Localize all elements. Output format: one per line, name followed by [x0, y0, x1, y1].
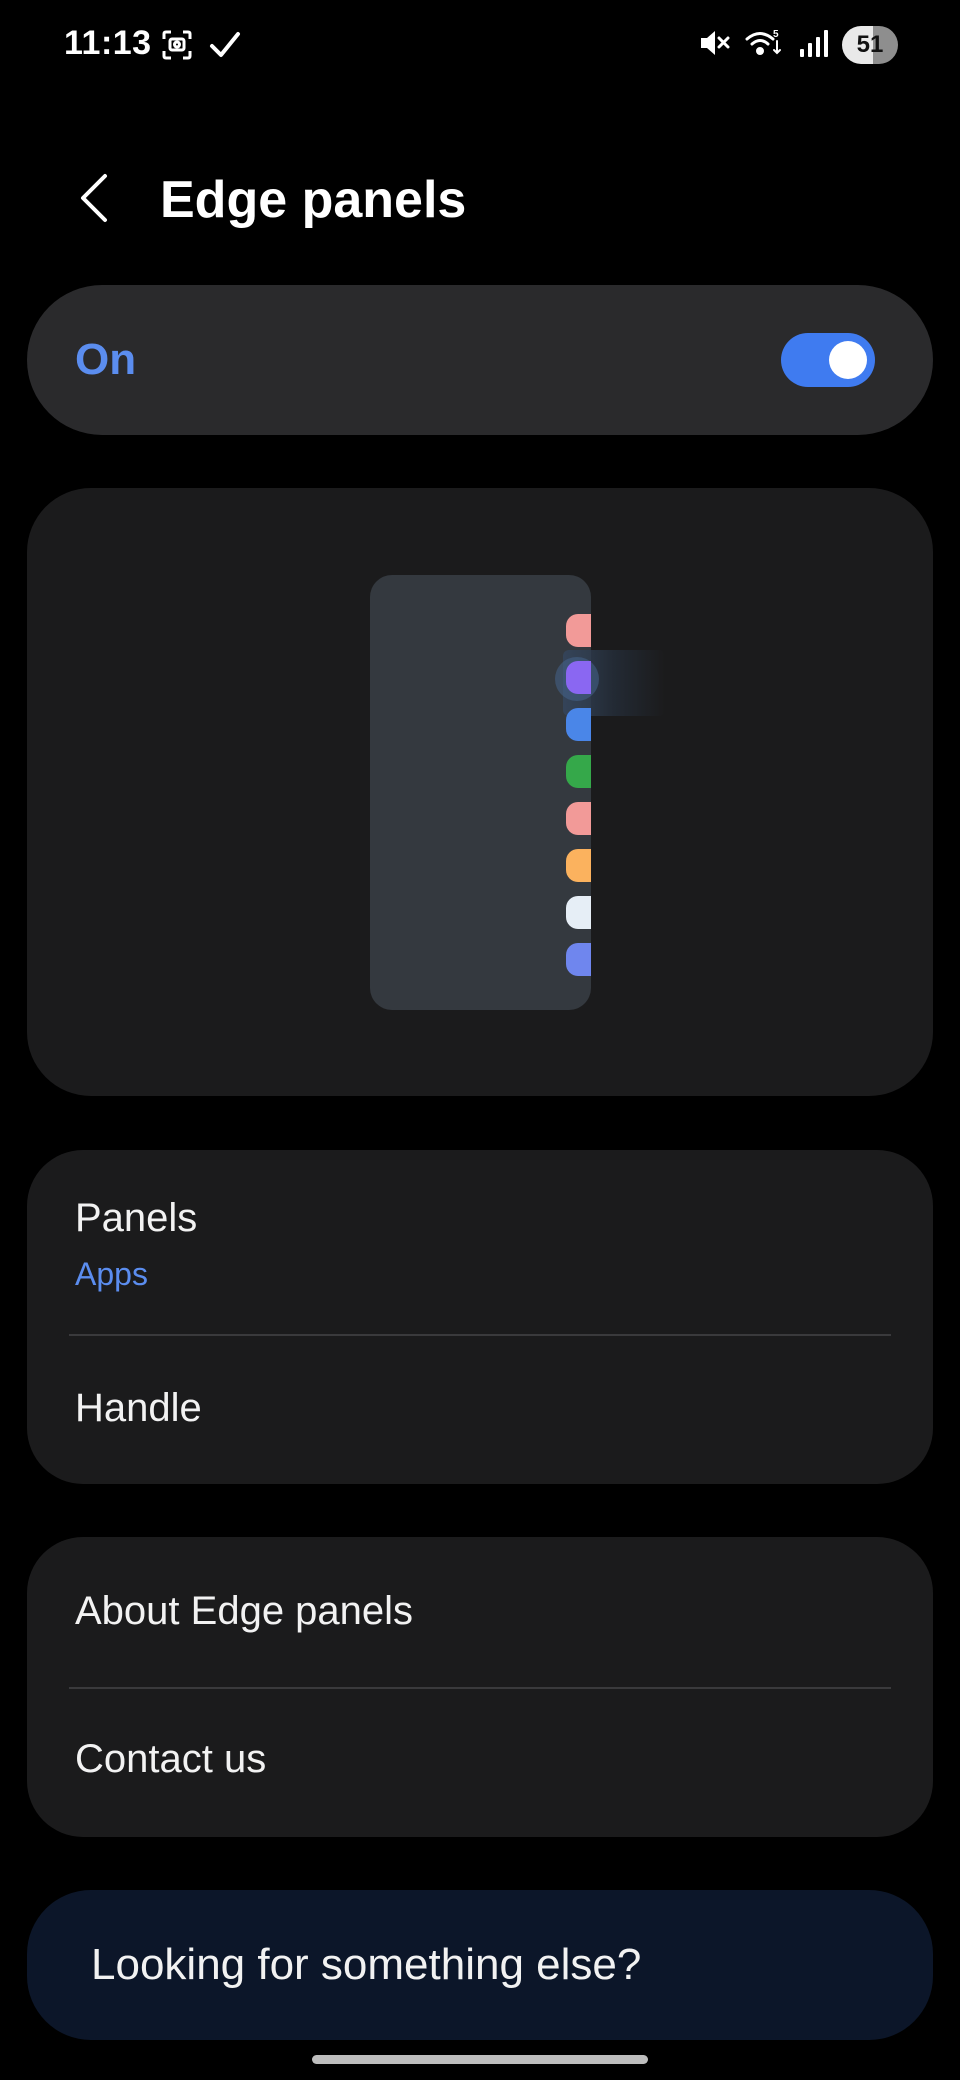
mute-icon — [698, 27, 730, 64]
battery-level: 51 — [856, 31, 884, 58]
list-item-contact[interactable]: Contact us — [27, 1689, 933, 1837]
illustration-tab — [566, 802, 591, 835]
illustration-tab — [566, 708, 591, 741]
back-button[interactable] — [66, 168, 122, 232]
chevron-left-icon — [77, 172, 111, 229]
illustration-tab — [566, 614, 591, 647]
status-right-icons: 5 51 — [698, 26, 898, 64]
illustration-phone — [370, 575, 591, 1010]
list-item-handle[interactable]: Handle — [27, 1336, 933, 1484]
item-title-about: About Edge panels — [75, 1589, 414, 1633]
status-left-icons — [160, 28, 242, 67]
illustration-tab — [566, 661, 591, 694]
wifi-icon: 5 — [744, 27, 784, 64]
list-item-about[interactable]: About Edge panels — [27, 1537, 933, 1687]
illustration-tab — [566, 755, 591, 788]
master-switch-bar[interactable]: On — [27, 285, 933, 435]
page-title: Edge panels — [160, 171, 467, 229]
screenshot-icon — [160, 28, 194, 67]
toggle-knob — [829, 341, 867, 379]
illustration-tab — [566, 896, 591, 929]
battery-indicator: 51 — [842, 26, 898, 64]
signal-icon — [798, 27, 828, 64]
navigation-handle[interactable] — [312, 2055, 648, 2064]
svg-text:5: 5 — [773, 29, 779, 40]
suggestion-card[interactable]: Looking for something else? — [27, 1890, 933, 2040]
settings-group-panels: Panels Apps Handle — [27, 1150, 933, 1484]
illustration-tab — [566, 943, 591, 976]
item-title-handle: Handle — [75, 1386, 202, 1430]
suggestion-text: Looking for something else? — [91, 1940, 642, 1989]
status-time: 11:13 — [64, 24, 152, 62]
edge-panels-toggle[interactable] — [781, 333, 875, 387]
illustration-tab — [566, 849, 591, 882]
check-icon — [208, 28, 242, 67]
edge-panel-illustration — [27, 488, 933, 1096]
status-bar: 11:13 5 51 — [0, 0, 960, 96]
master-switch-label: On — [75, 335, 137, 384]
item-title-panels: Panels — [75, 1196, 198, 1240]
item-subtitle-panels: Apps — [75, 1256, 148, 1292]
item-title-contact: Contact us — [75, 1737, 267, 1781]
list-item-panels[interactable]: Panels Apps — [27, 1150, 933, 1330]
settings-group-info: About Edge panels Contact us — [27, 1537, 933, 1837]
